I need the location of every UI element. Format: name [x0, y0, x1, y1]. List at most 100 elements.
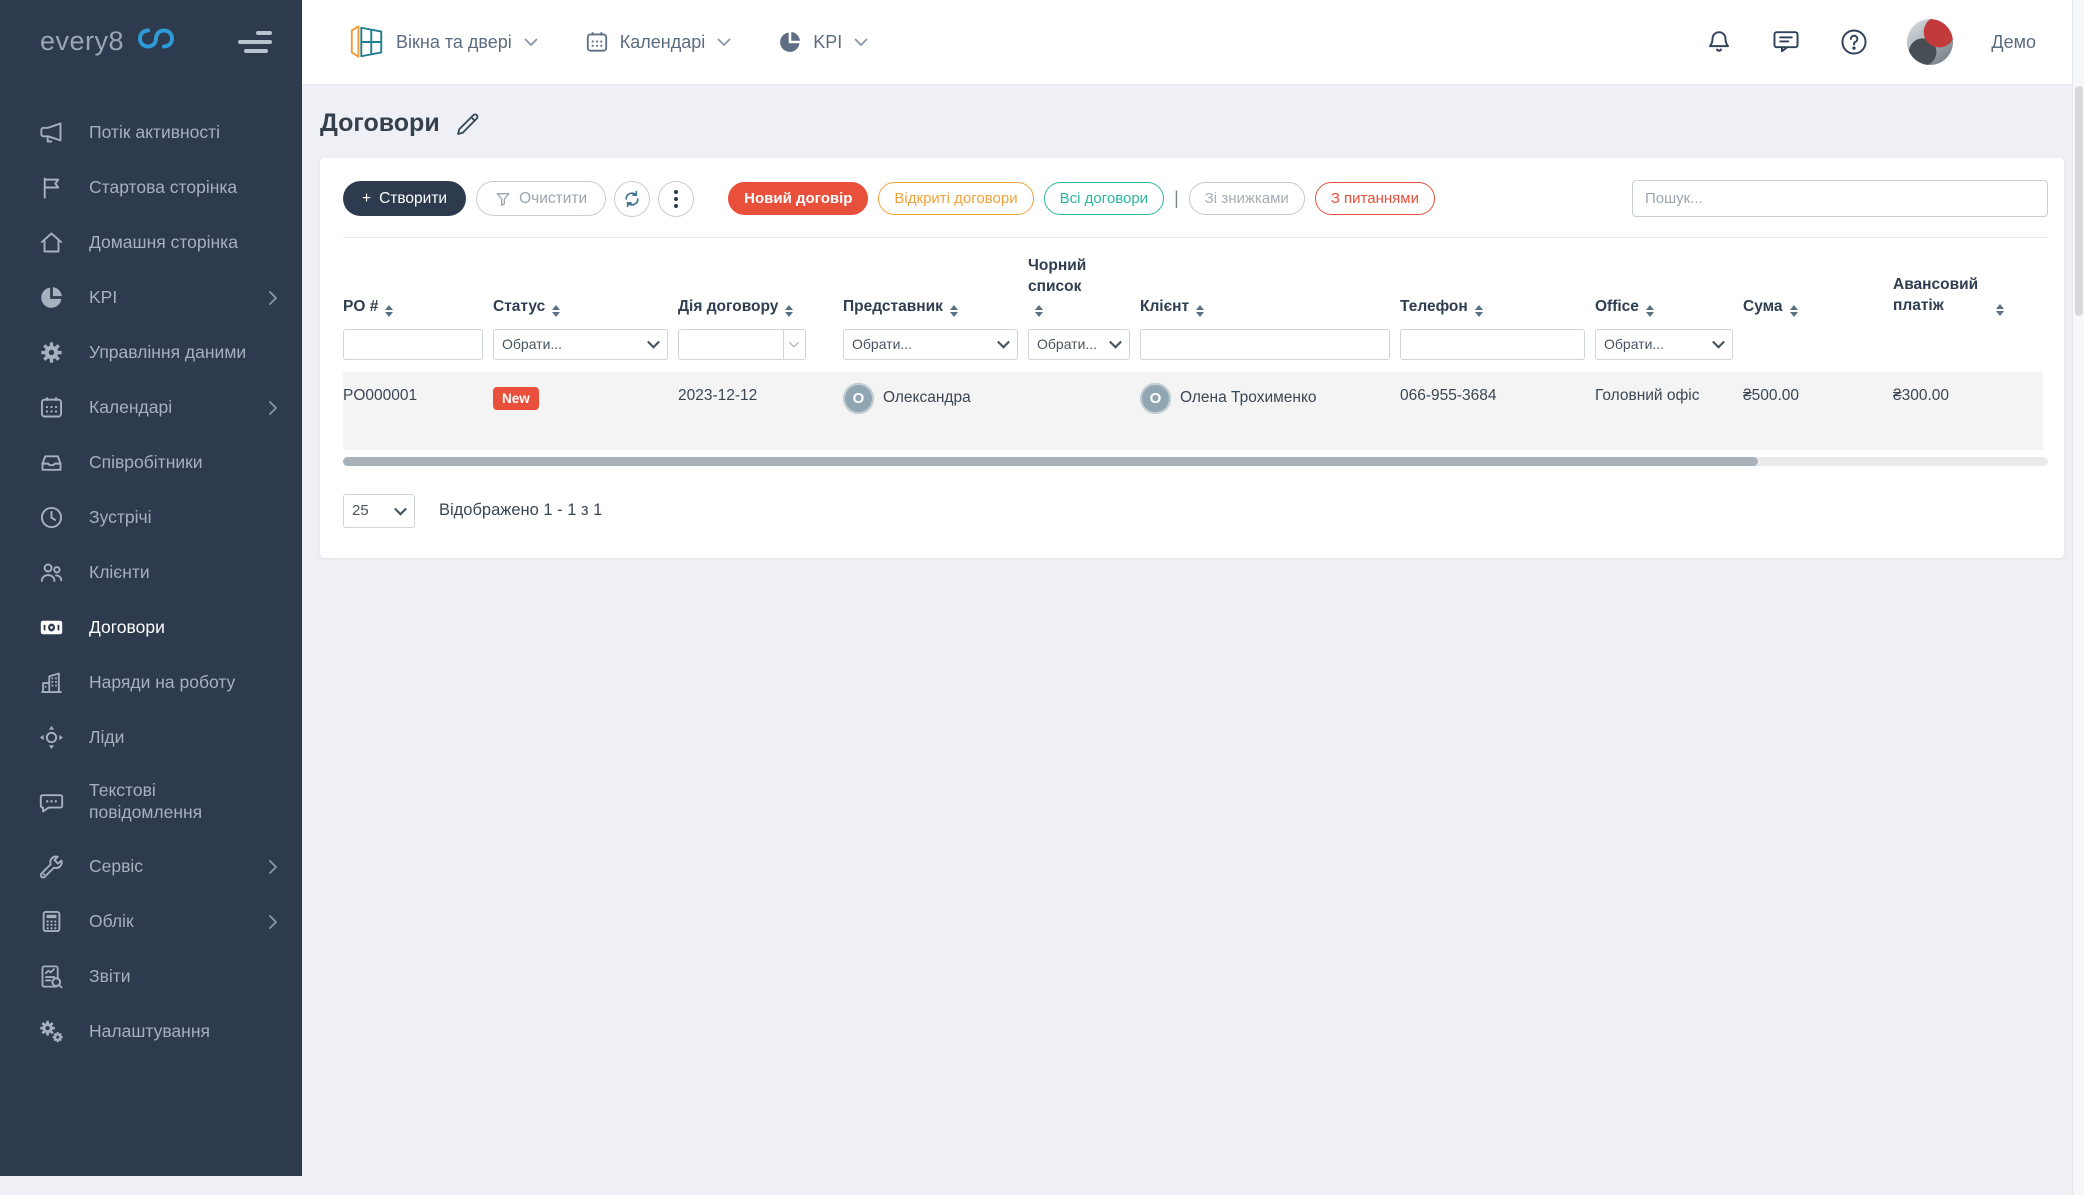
sort-icon [1996, 304, 2004, 316]
topbar-menu-label: Вікна та двері [396, 32, 512, 53]
filter-date-dropdown-button[interactable] [784, 329, 806, 360]
sidebar-item-leads[interactable]: Ліди [0, 710, 302, 765]
gear-icon [38, 339, 65, 366]
sort-icon [1196, 305, 1204, 317]
sidebar-item-service[interactable]: Сервіс [0, 839, 302, 894]
sidebar-item-contracts[interactable]: Договори [0, 600, 302, 655]
sidebar-item-data-management[interactable]: Управління даними [0, 325, 302, 380]
sidebar-item-meetings[interactable]: Зустрічі [0, 490, 302, 545]
sidebar-nav: Потік активності Стартова сторінка Домаш… [0, 105, 302, 1059]
topbar: Вікна та двері Календарі KPI Демо [302, 0, 2072, 85]
chevron-right-icon [268, 859, 278, 875]
cell-status: New [493, 372, 678, 450]
filter-new-contract[interactable]: Новий договір [728, 182, 868, 215]
sidebar-item-kpi[interactable]: KPI [0, 270, 302, 325]
chevron-down-icon [717, 38, 731, 47]
topbar-menu-kpi[interactable]: KPI [777, 29, 868, 55]
notifications-bell-icon[interactable] [1705, 27, 1733, 57]
table-row[interactable]: PO000001 New 2023-12-12 ООлександра ООле… [343, 372, 2043, 450]
col-client[interactable]: Клієнт [1140, 238, 1400, 329]
sidebar-item-label: Потік активності [89, 122, 220, 143]
sidebar-item-activity-stream[interactable]: Потік активності [0, 105, 302, 160]
filter-po-input[interactable] [343, 329, 483, 360]
sort-icon [1475, 305, 1483, 317]
filter-client-input[interactable] [1140, 329, 1390, 360]
app-window: every8 Потік активності Стартова сторінк… [0, 0, 2084, 1195]
sidebar-item-label: Звіти [89, 966, 131, 987]
plus-icon: + [362, 190, 371, 208]
sidebar-item-settings[interactable]: Налаштування [0, 1004, 302, 1059]
filter-phone-input[interactable] [1400, 329, 1585, 360]
cell-office: Головний офіс [1595, 372, 1743, 450]
sidebar-item-clients[interactable]: Клієнти [0, 545, 302, 600]
vertical-scrollbar[interactable] [2072, 0, 2084, 1195]
vertical-scrollbar-thumb[interactable] [2075, 86, 2083, 316]
col-amount[interactable]: Сума [1743, 238, 1893, 329]
sidebar-item-calendars[interactable]: Календарі [0, 380, 302, 435]
filters-divider: | [1174, 188, 1179, 209]
clear-filters-button[interactable]: Очистити [476, 181, 606, 216]
more-options-button[interactable] [658, 181, 694, 217]
col-blacklist[interactable]: Чорний список [1028, 238, 1140, 329]
sidebar-item-label: Стартова сторінка [89, 177, 237, 198]
sidebar-item-label: Облік [89, 911, 134, 932]
filter-all-contracts[interactable]: Всі договори [1044, 182, 1164, 215]
page-title: Договори [320, 109, 440, 138]
filter-open-contracts[interactable]: Відкриті договори [878, 182, 1033, 215]
topbar-menu-windows-doors[interactable]: Вікна та двері [348, 22, 538, 62]
filter-office-select[interactable]: Обрати... [1595, 329, 1733, 360]
cell-client: ООлена Трохименко [1140, 372, 1400, 450]
col-office[interactable]: Office [1595, 238, 1743, 329]
sidebar-item-start-page[interactable]: Стартова сторінка [0, 160, 302, 215]
sidebar-item-text-messages[interactable]: Текстові повідомлення [0, 765, 302, 839]
col-advance-payment[interactable]: Авансовий платіж [1893, 238, 2043, 329]
sidebar-collapse-button[interactable] [238, 31, 272, 53]
toolbar: + Створити Очистити Новий договір Відкри… [343, 180, 2048, 217]
pagination: 25 Відображено 1 - 1 з 1 [343, 494, 2048, 528]
edit-pencil-icon[interactable] [454, 110, 482, 138]
sidebar-item-reports[interactable]: Звіти [0, 949, 302, 1004]
refresh-button[interactable] [614, 181, 650, 217]
filter-date-input[interactable] [678, 329, 784, 360]
user-avatar[interactable] [1907, 19, 1953, 65]
sidebar-item-work-orders[interactable]: Наряди на роботу [0, 655, 302, 710]
cell-representative: ООлександра [843, 372, 1028, 450]
people-icon [38, 559, 65, 586]
chevron-right-icon [268, 400, 278, 416]
topbar-menu-calendars[interactable]: Календарі [584, 29, 731, 55]
cell-po: PO000001 [343, 372, 493, 450]
filter-status-select[interactable]: Обрати... [493, 329, 668, 360]
contracts-card: + Створити Очистити Новий договір Відкри… [320, 158, 2064, 558]
help-icon[interactable] [1839, 27, 1869, 57]
col-contract-date[interactable]: Дія договору [678, 238, 843, 329]
tray-icon [38, 449, 65, 476]
main-content: Договори + Створити Очистити [302, 85, 2072, 1195]
calendar-icon [584, 29, 610, 55]
page-size-select[interactable]: 25 [343, 494, 415, 528]
filter-with-discounts[interactable]: Зі знижками [1189, 182, 1305, 215]
table-filter-row: Обрати... Обрати... Обрати... Обрати... [343, 329, 2043, 372]
sort-icon [1035, 305, 1043, 317]
sidebar-item-label: KPI [89, 287, 117, 308]
sidebar-item-accounting[interactable]: Облік [0, 894, 302, 949]
filter-representative-select[interactable]: Обрати... [843, 329, 1018, 360]
report-icon [38, 963, 65, 990]
messages-icon[interactable] [1771, 28, 1801, 56]
horizontal-scrollbar[interactable] [343, 457, 2048, 466]
sidebar-item-employees[interactable]: Співробітники [0, 435, 302, 490]
create-button[interactable]: + Створити [343, 181, 466, 216]
col-status[interactable]: Статус [493, 238, 678, 329]
cell-amount: ₴500.00 [1743, 372, 1893, 450]
search-input[interactable] [1632, 180, 2048, 217]
chevron-right-icon [268, 290, 278, 306]
filter-blacklist-select[interactable]: Обрати... [1028, 329, 1130, 360]
filter-with-questions[interactable]: З питаннями [1315, 182, 1435, 215]
col-po[interactable]: PO # [343, 238, 493, 329]
pie-chart-icon [777, 29, 803, 55]
col-representative[interactable]: Представник [843, 238, 1028, 329]
scrollbar-thumb[interactable] [343, 457, 1758, 466]
megaphone-icon [38, 119, 65, 146]
col-phone[interactable]: Телефон [1400, 238, 1595, 329]
sidebar-item-home-page[interactable]: Домашня сторінка [0, 215, 302, 270]
sidebar-item-label: Текстові повідомлення [89, 780, 249, 824]
